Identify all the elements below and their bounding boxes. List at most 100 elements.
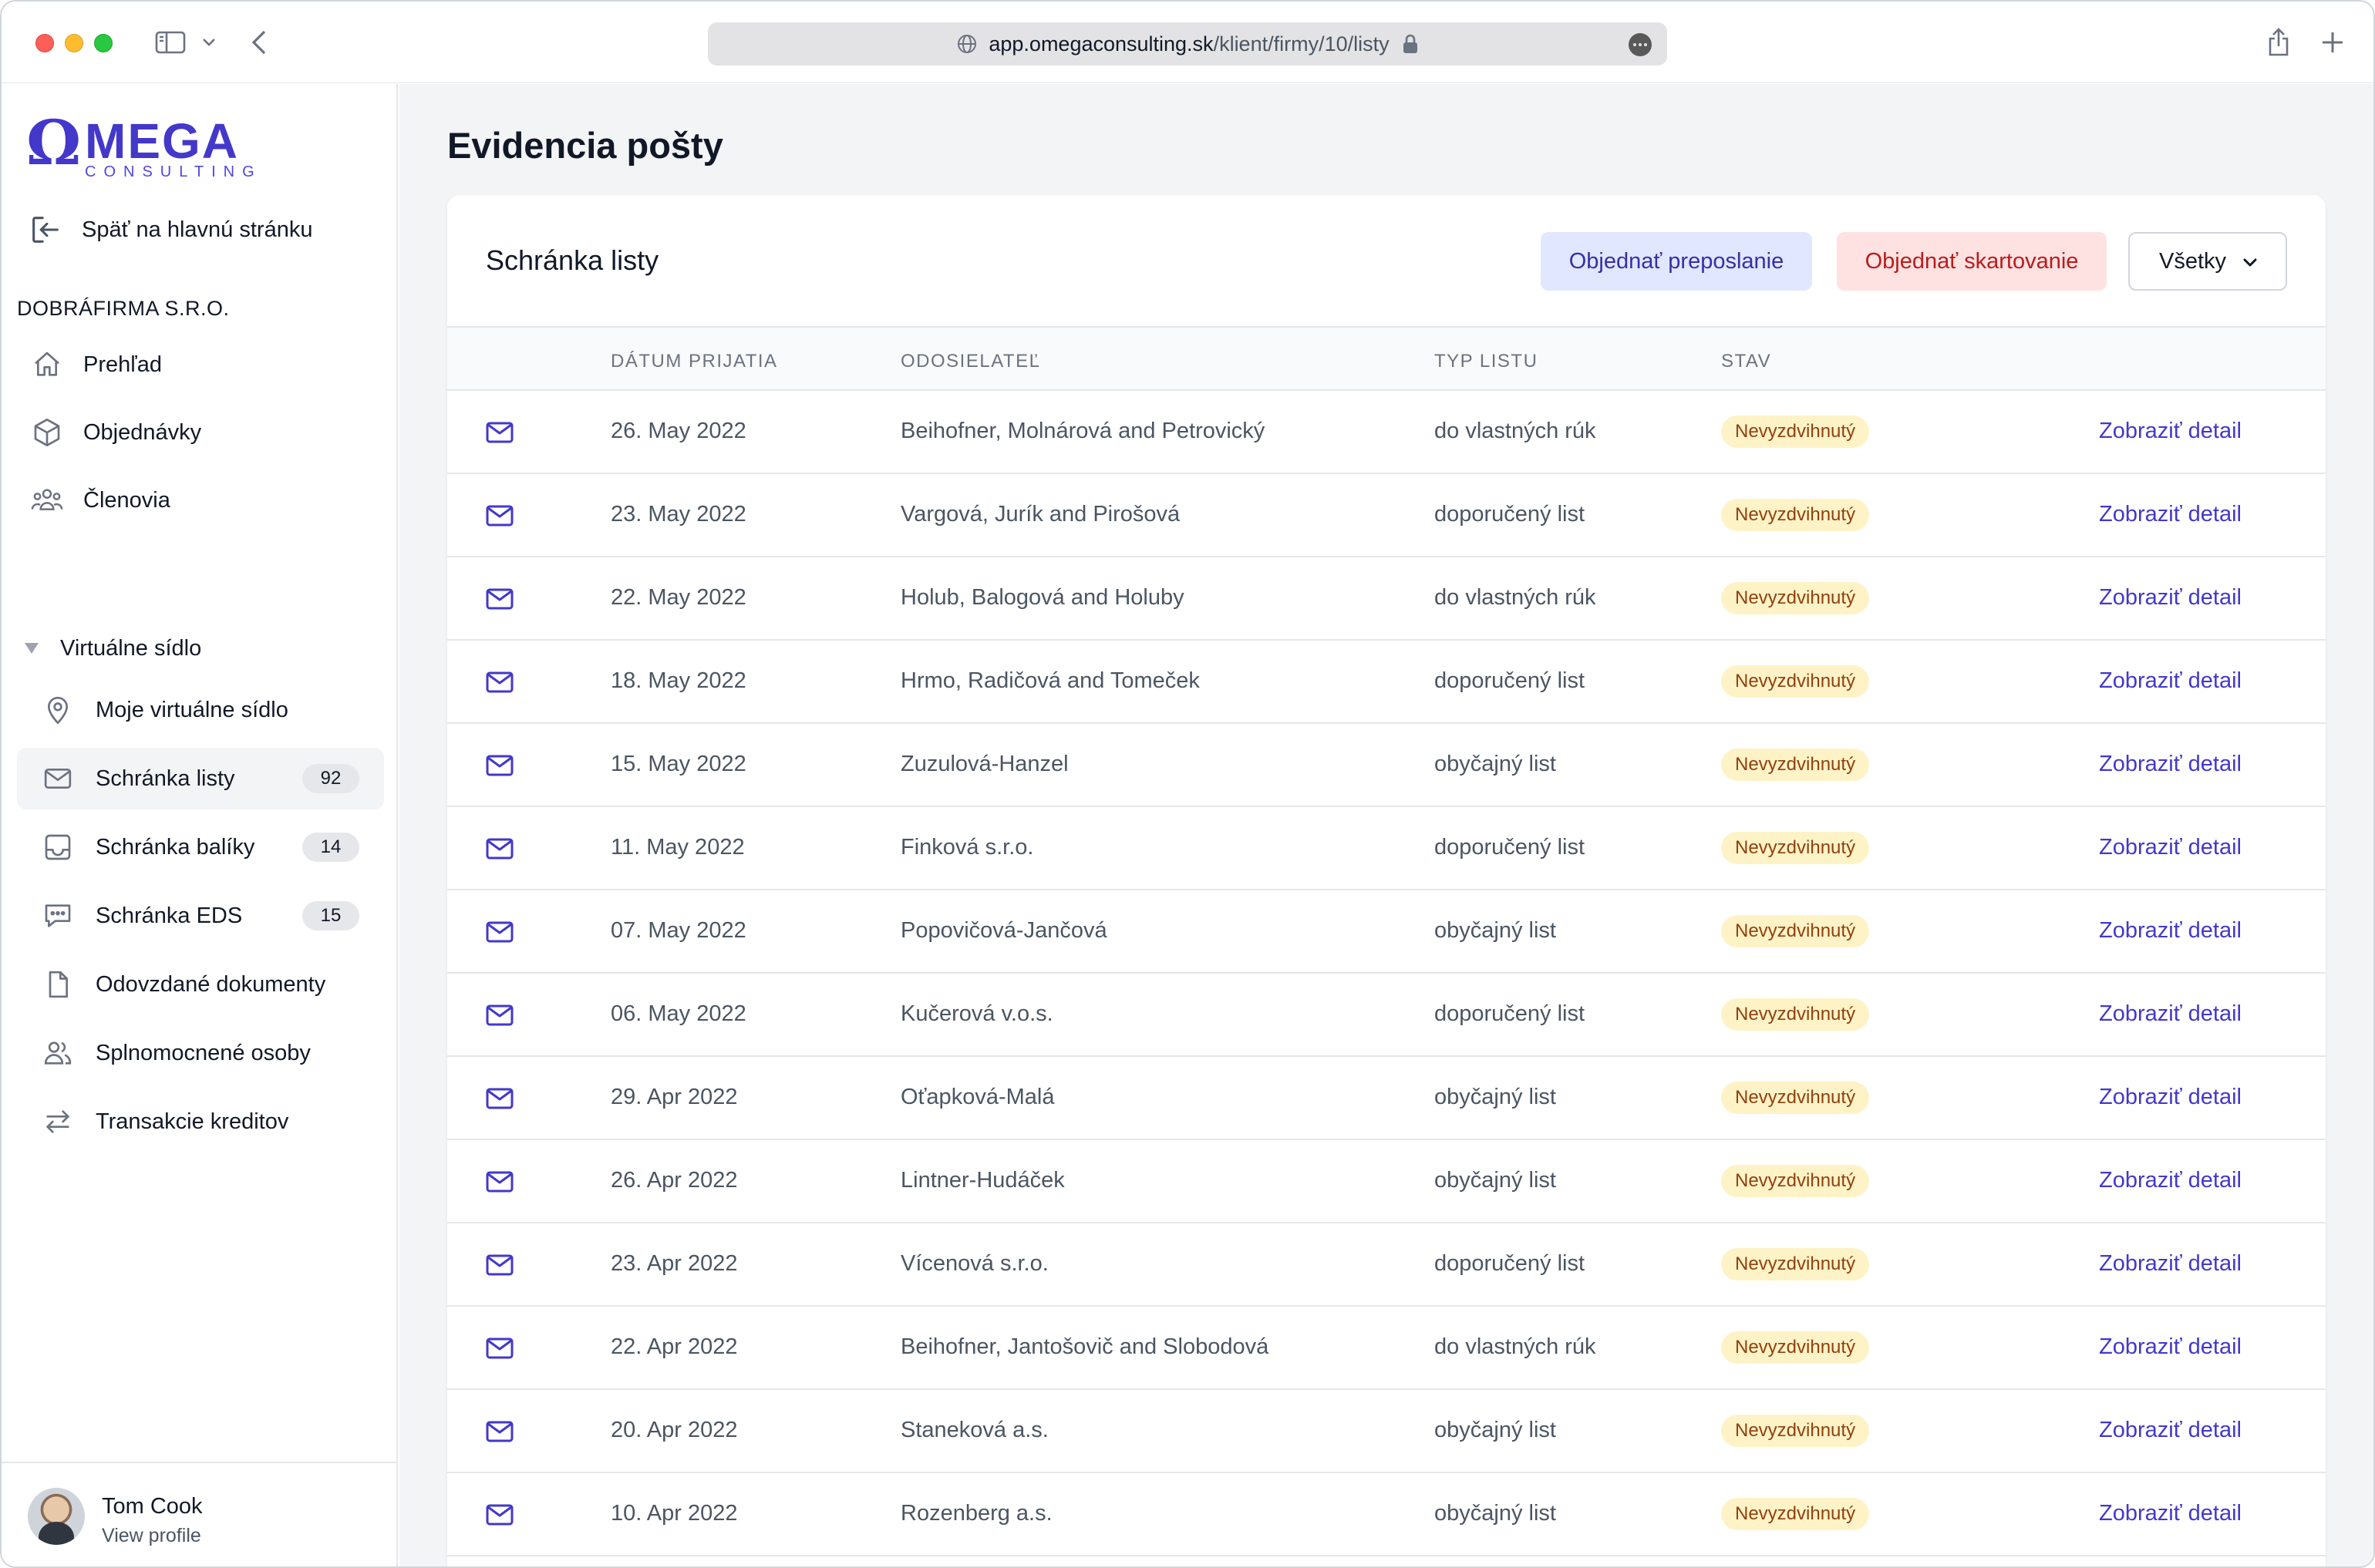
sidebar-item-transakcie-kreditov[interactable]: Transakcie kreditov: [17, 1091, 384, 1152]
sidebar-item-splnomocnene-osoby[interactable]: Splnomocnené osoby: [17, 1022, 384, 1084]
user-profile[interactable]: Tom Cook View profile: [2, 1462, 396, 1566]
back-to-home-link[interactable]: Späť na hlavnú stránku: [28, 212, 312, 247]
sender: Zuzulová-Hanzel: [901, 752, 1069, 776]
show-detail-link[interactable]: Zobraziť detail: [2099, 752, 2242, 777]
back-arrow-icon[interactable]: [245, 25, 273, 60]
page-title: Evidencia pošty: [447, 125, 723, 166]
status-badge: Nevyzdvihnutý: [1721, 1415, 1870, 1447]
status-badge: Nevyzdvihnutý: [1721, 1165, 1870, 1197]
table-row[interactable]: 11. May 2022 Finková s.r.o. doporučený l…: [447, 807, 2326, 890]
browser-window: app.omegaconsulting.sk/klient/firmy/10/l…: [0, 0, 2375, 1568]
received-date: 22. Apr 2022: [611, 1334, 738, 1359]
sidebar-item-schranka-eds[interactable]: Schránka EDS 15: [17, 885, 384, 947]
letter-type: doporučený list: [1434, 668, 1585, 693]
column-header-status[interactable]: STAV: [1721, 351, 1771, 372]
back-link-label: Späť na hlavnú stránku: [82, 217, 313, 242]
envelope-icon: [486, 671, 514, 693]
status-badge: Nevyzdvihnutý: [1721, 1248, 1870, 1280]
view-profile-link[interactable]: View profile: [102, 1525, 201, 1547]
letter-type: doporučený list: [1434, 1251, 1585, 1276]
sender: Popovičová-Jančová: [901, 918, 1107, 943]
status-badge: Nevyzdvihnutý: [1721, 915, 1870, 947]
letter-type: do vlastných rúk: [1434, 585, 1596, 610]
envelope-icon: [486, 1338, 514, 1359]
table-row[interactable]: 10. Apr 2022 Rozenberg a.s. obyčajný lis…: [447, 1473, 2326, 1556]
new-tab-icon[interactable]: [2315, 25, 2350, 60]
mail-card: Schránka listy Objednať preposlanie Obje…: [447, 195, 2326, 1566]
sidebar-item-moje-virtualne-sidlo[interactable]: Moje virtuálne sídlo: [17, 679, 384, 741]
show-detail-link[interactable]: Zobraziť detail: [2099, 1501, 2242, 1526]
show-detail-link[interactable]: Zobraziť detail: [2099, 1085, 2242, 1110]
show-detail-link[interactable]: Zobraziť detail: [2099, 668, 2242, 694]
cube-icon: [29, 415, 65, 450]
order-forwarding-button[interactable]: Objednať preposlanie: [1541, 232, 1812, 291]
table-row[interactable]: 26. May 2022 Beihofner, Molnárová and Pe…: [447, 391, 2326, 474]
status-badge: Nevyzdvihnutý: [1721, 832, 1870, 864]
table-row[interactable]: 06. May 2022 Kučerová v.o.s. doporučený …: [447, 974, 2326, 1057]
sidebar-item-label: Odovzdané dokumenty: [96, 971, 326, 997]
share-icon[interactable]: [2261, 25, 2296, 60]
letter-type: doporučený list: [1434, 502, 1585, 527]
table-row[interactable]: 18. May 2022 Hrmo, Radičová and Tomeček …: [447, 641, 2326, 724]
envelope-icon: [486, 838, 514, 860]
column-header-type[interactable]: TYP LISTU: [1434, 351, 1538, 372]
close-window-button[interactable]: [35, 34, 54, 52]
logo-omega-symbol: Ω: [26, 106, 82, 179]
status-badge: Nevyzdvihnutý: [1721, 1331, 1870, 1364]
status-filter-select[interactable]: Všetky: [2128, 232, 2287, 291]
received-date: 18. May 2022: [611, 668, 746, 693]
sidebar-item-schranka-baliky[interactable]: Schránka balíky 14: [17, 816, 384, 878]
sidebar-item-label: Schránka EDS: [96, 903, 243, 928]
table-row[interactable]: 20. Apr 2022 Staneková a.s. obyčajný lis…: [447, 1390, 2326, 1473]
chevron-down-icon: [2243, 258, 2257, 267]
show-detail-link[interactable]: Zobraziť detail: [2099, 1251, 2242, 1277]
sender: Hrmo, Radičová and Tomeček: [901, 668, 1200, 693]
inbox-icon: [40, 829, 76, 865]
more-options-icon[interactable]: [1629, 33, 1652, 56]
sidebar-item-label: Moje virtuálne sídlo: [96, 697, 288, 722]
show-detail-link[interactable]: Zobraziť detail: [2099, 1168, 2242, 1193]
sidebar-item-objednavky[interactable]: Objednávky: [17, 402, 384, 463]
sidebar-group-virtualne-sidlo[interactable]: Virtuálne sídlo: [17, 617, 201, 679]
user-group-icon: [40, 1035, 76, 1071]
column-header-date[interactable]: DÁTUM PRIJATIA: [611, 351, 778, 372]
sidebar-toggle-icon[interactable]: [153, 25, 188, 60]
sidebar-item-odovzdane-dokumenty[interactable]: Odovzdané dokumenty: [17, 954, 384, 1015]
zoom-window-button[interactable]: [94, 34, 113, 52]
table-row[interactable]: 29. Apr 2022 Oťapková-Malá obyčajný list…: [447, 1057, 2326, 1140]
count-badge: 14: [302, 833, 359, 862]
url-host: app.omegaconsulting.sk: [989, 32, 1214, 56]
address-bar[interactable]: app.omegaconsulting.sk/klient/firmy/10/l…: [708, 22, 1667, 66]
table-row[interactable]: 26. Apr 2022 Lintner-Hudáček obyčajný li…: [447, 1140, 2326, 1223]
show-detail-link[interactable]: Zobraziť detail: [2099, 918, 2242, 944]
show-detail-link[interactable]: Zobraziť detail: [2099, 1334, 2242, 1360]
show-detail-link[interactable]: Zobraziť detail: [2099, 585, 2242, 611]
letter-type: doporučený list: [1434, 835, 1585, 860]
received-date: 23. Apr 2022: [611, 1251, 738, 1276]
chevron-down-icon[interactable]: [199, 25, 219, 60]
table-row[interactable]: 22. Apr 2022 Beihofner, Jantošovič and S…: [447, 1307, 2326, 1390]
envelope-icon: [486, 1004, 514, 1026]
show-detail-link[interactable]: Zobraziť detail: [2099, 419, 2242, 444]
profile-name: Tom Cook: [102, 1494, 203, 1519]
column-header-sender[interactable]: ODOSIELATEĽ: [901, 351, 1040, 372]
table-row[interactable]: 23. May 2022 Vargová, Jurík and Pirošová…: [447, 474, 2326, 557]
table-row[interactable]: 23. Apr 2022 Vícenová s.r.o. doporučený …: [447, 1223, 2326, 1307]
table-row[interactable]: 07. May 2022 Popovičová-Jančová obyčajný…: [447, 890, 2326, 974]
minimize-window-button[interactable]: [65, 34, 83, 52]
browser-toolbar: app.omegaconsulting.sk/klient/firmy/10/l…: [2, 2, 2373, 83]
show-detail-link[interactable]: Zobraziť detail: [2099, 1001, 2242, 1027]
main-content: Evidencia pošty Schránka listy Objednať …: [399, 84, 2373, 1566]
show-detail-link[interactable]: Zobraziť detail: [2099, 835, 2242, 860]
table-row[interactable]: 22. May 2022 Holub, Balogová and Holuby …: [447, 557, 2326, 641]
table-row[interactable]: 15. May 2022 Zuzulová-Hanzel obyčajný li…: [447, 724, 2326, 807]
show-detail-link[interactable]: Zobraziť detail: [2099, 1418, 2242, 1443]
sender: Beihofner, Jantošovič and Slobodová: [901, 1334, 1269, 1359]
show-detail-link[interactable]: Zobraziť detail: [2099, 502, 2242, 527]
sidebar-item-clenovia[interactable]: Členovia: [17, 469, 384, 531]
sidebar-item-prehlad[interactable]: Prehľad: [17, 334, 384, 395]
order-shredding-button[interactable]: Objednať skartovanie: [1837, 232, 2107, 291]
status-badge: Nevyzdvihnutý: [1721, 582, 1870, 614]
sidebar-item-schranka-listy[interactable]: Schránka listy 92: [17, 748, 384, 809]
envelope-icon: [486, 1421, 514, 1442]
